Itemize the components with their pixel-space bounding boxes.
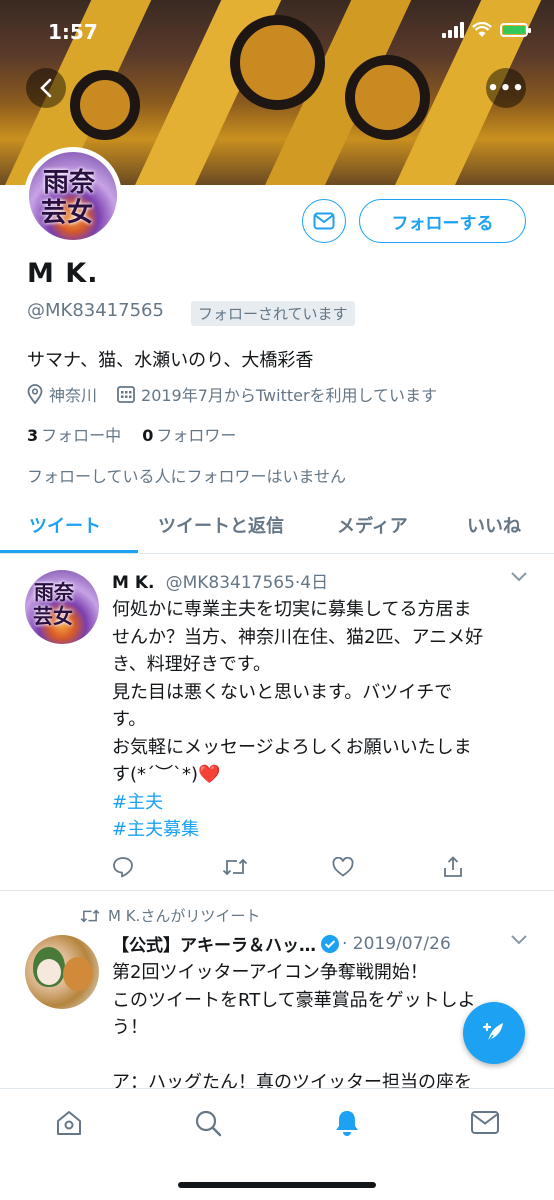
mail-icon <box>313 212 335 230</box>
tweet-time: ·4日 <box>294 573 329 593</box>
compose-icon <box>482 1022 503 1044</box>
tweet-actions <box>112 855 552 879</box>
battery-icon <box>500 23 531 37</box>
profile-bio: サマナ、猫、水瀬いのり、大橋彩香 <box>27 350 314 371</box>
tweet-author-name[interactable]: 【公式】アキーラ＆ハッ… <box>112 931 316 956</box>
home-indicator <box>178 1182 376 1188</box>
followers-link[interactable]: 0 フォロワー <box>142 426 236 445</box>
active-tab-indicator <box>0 550 138 553</box>
location-icon <box>27 384 43 404</box>
tab-tweets[interactable]: ツイート <box>29 512 101 538</box>
profile-avatar[interactable]: 雨奈 芸女 <box>24 147 122 245</box>
follow-counts: 3 フォロー中 0 フォロワー <box>27 422 236 446</box>
reply-button[interactable] <box>112 855 222 879</box>
nav-messages[interactable] <box>469 1107 501 1139</box>
share-icon <box>444 856 462 877</box>
reply-icon <box>113 857 133 878</box>
like-icon <box>332 857 354 877</box>
search-icon <box>195 1110 222 1137</box>
retweet-icon <box>222 858 248 876</box>
nav-notifications[interactable] <box>331 1107 363 1139</box>
notifications-icon <box>336 1111 358 1136</box>
retweet-context: M K.さんがリツイート <box>80 905 260 926</box>
like-button[interactable] <box>332 855 442 879</box>
profile-tabs: ツイート ツイートと返信 メディア いいね <box>0 500 554 554</box>
tweet-header: M K. @MK83417565·4日 <box>112 568 328 593</box>
compose-button[interactable] <box>463 1002 525 1064</box>
tweet-menu-button[interactable] <box>510 934 528 950</box>
profile-joined: 2019年7月からTwitterを利用しています <box>141 386 438 405</box>
messages-icon <box>471 1111 499 1134</box>
retweet-note[interactable]: M K.さんがリツイート <box>108 905 260 926</box>
retweet-button[interactable] <box>222 855 332 879</box>
follows-you-badge: フォローされています <box>191 301 355 326</box>
tweet-text: 何処かに専業主夫を切実に募集してる方居ま せんか？当方、神奈川在住、猫2匹、アニ… <box>112 596 532 844</box>
chevron-down-icon <box>511 935 527 945</box>
retweet-icon <box>80 909 100 922</box>
tab-likes[interactable]: いいね <box>467 512 521 538</box>
no-followers-note: フォローしている人にフォロワーはいません <box>27 467 347 486</box>
tweet-time: · 2019/07/26 <box>342 933 451 954</box>
chevron-down-icon <box>511 572 527 582</box>
status-time: 1:57 <box>48 20 98 44</box>
profile-handle: @MK83417565 <box>27 300 164 321</box>
nav-search[interactable] <box>192 1107 224 1139</box>
status-icons <box>442 22 531 38</box>
following-link[interactable]: 3 フォロー中 <box>27 426 121 445</box>
home-icon <box>57 1111 81 1135</box>
tweet-avatar[interactable]: 雨奈 芸女 <box>25 570 99 644</box>
wifi-icon <box>472 22 492 37</box>
display-name: M K. <box>27 258 99 289</box>
signal-icon <box>442 22 464 38</box>
tweet-divider <box>0 890 554 891</box>
tweet-menu-button[interactable] <box>510 571 528 587</box>
back-icon <box>40 78 52 98</box>
hashtag-link[interactable]: #主夫募集 <box>112 816 532 844</box>
calendar-icon <box>117 386 135 403</box>
more-button[interactable]: ••• <box>486 68 526 108</box>
tweet-header: 【公式】アキーラ＆ハッ… · 2019/07/26 <box>112 931 451 957</box>
back-button[interactable] <box>26 68 66 108</box>
hashtag-link[interactable]: #主夫 <box>112 789 532 817</box>
tweet-author-handle: @MK83417565 <box>165 573 295 593</box>
nav-home[interactable] <box>53 1107 85 1139</box>
message-button[interactable] <box>302 199 346 243</box>
tweet-author-name[interactable]: M K. <box>112 573 154 593</box>
share-button[interactable] <box>442 855 552 879</box>
profile-meta: 神奈川 2019年7月からTwitterを利用しています <box>27 382 437 406</box>
verified-icon <box>321 934 339 953</box>
follow-button[interactable]: フォローする <box>359 199 526 243</box>
more-icon: ••• <box>487 77 525 99</box>
profile-location: 神奈川 <box>49 386 98 405</box>
tab-tweets-replies[interactable]: ツイートと返信 <box>158 512 284 538</box>
tweet-avatar[interactable] <box>25 935 99 1009</box>
tab-media[interactable]: メディア <box>337 512 408 538</box>
